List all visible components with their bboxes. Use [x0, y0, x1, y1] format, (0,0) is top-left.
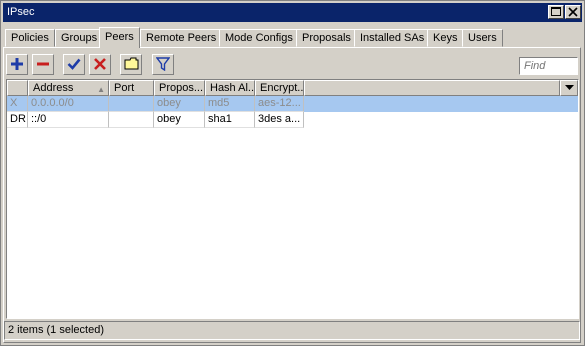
table-row[interactable]: X 0.0.0.0/0 obey md5 aes-12...: [7, 96, 578, 112]
cell-hash-algorithm: sha1: [205, 112, 255, 128]
status-text: 2 items (1 selected): [8, 324, 104, 336]
tab-policies[interactable]: Policies: [5, 29, 55, 47]
enable-button[interactable]: [63, 54, 85, 75]
cell-address: ::/0: [28, 112, 109, 128]
close-button[interactable]: [565, 5, 581, 19]
tab-users[interactable]: Users: [462, 29, 503, 47]
column-port[interactable]: Port: [109, 80, 154, 96]
remove-icon: [37, 62, 49, 66]
tab-remote-peers[interactable]: Remote Peers: [140, 29, 223, 47]
cell-encryption: aes-12...: [255, 96, 304, 112]
find-input[interactable]: [519, 57, 578, 75]
disable-button[interactable]: [89, 54, 111, 75]
filter-button[interactable]: [152, 54, 174, 75]
cell-hash-algorithm: md5: [205, 96, 255, 112]
column-flags[interactable]: [7, 80, 28, 96]
column-address[interactable]: Address ▲: [28, 80, 109, 96]
column-address-label: Address: [33, 82, 74, 94]
table-header: Address ▲ Port Propos... Hash Al... Encr…: [7, 80, 578, 96]
tab-installed-sas[interactable]: Installed SAs: [354, 29, 431, 47]
title-bar[interactable]: IPsec: [3, 3, 582, 22]
cell-flags: DR: [7, 112, 28, 128]
tab-keys[interactable]: Keys: [427, 29, 464, 47]
column-hash-algorithm[interactable]: Hash Al...: [205, 80, 255, 96]
column-filler: [304, 80, 560, 96]
add-button[interactable]: [6, 54, 28, 75]
column-proposal[interactable]: Propos...: [154, 80, 205, 96]
tab-groups[interactable]: Groups: [55, 29, 104, 47]
maximize-icon: [551, 7, 561, 16]
toolbar: [5, 53, 579, 75]
maximize-button[interactable]: [548, 5, 564, 19]
close-icon: [568, 7, 578, 17]
table-row[interactable]: DR ::/0 obey sha1 3des a...: [7, 112, 578, 128]
sort-arrow-icon: ▲: [97, 85, 105, 94]
chevron-down-icon: [565, 85, 574, 90]
filter-icon: [156, 57, 170, 71]
columns-dropdown[interactable]: [560, 80, 578, 96]
cell-address: 0.0.0.0/0: [28, 96, 109, 112]
cell-encryption: 3des a...: [255, 112, 304, 128]
tab-mode-configs[interactable]: Mode Configs: [219, 29, 299, 47]
remove-button[interactable]: [32, 54, 54, 75]
tab-bar: Policies Groups Peers Remote Peers Mode …: [5, 27, 579, 48]
column-encryption[interactable]: Encrypt...: [255, 80, 304, 96]
cell-port: [109, 96, 154, 112]
cell-port: [109, 112, 154, 128]
ipsec-window: IPsec Policies Groups Peers Remote Peers…: [0, 0, 585, 346]
comment-button[interactable]: [120, 54, 142, 75]
window-title: IPsec: [7, 6, 35, 18]
comment-icon: [124, 57, 139, 70]
disable-icon: [94, 58, 106, 70]
status-bar: 2 items (1 selected): [4, 321, 580, 340]
tab-proposals[interactable]: Proposals: [296, 29, 357, 47]
cell-proposal: obey: [154, 96, 205, 112]
cell-proposal: obey: [154, 112, 205, 128]
tab-peers[interactable]: Peers: [99, 27, 140, 48]
peers-table: Address ▲ Port Propos... Hash Al... Encr…: [6, 79, 579, 319]
enable-icon: [67, 58, 81, 70]
add-icon: [11, 58, 23, 70]
cell-flags: X: [7, 96, 28, 112]
